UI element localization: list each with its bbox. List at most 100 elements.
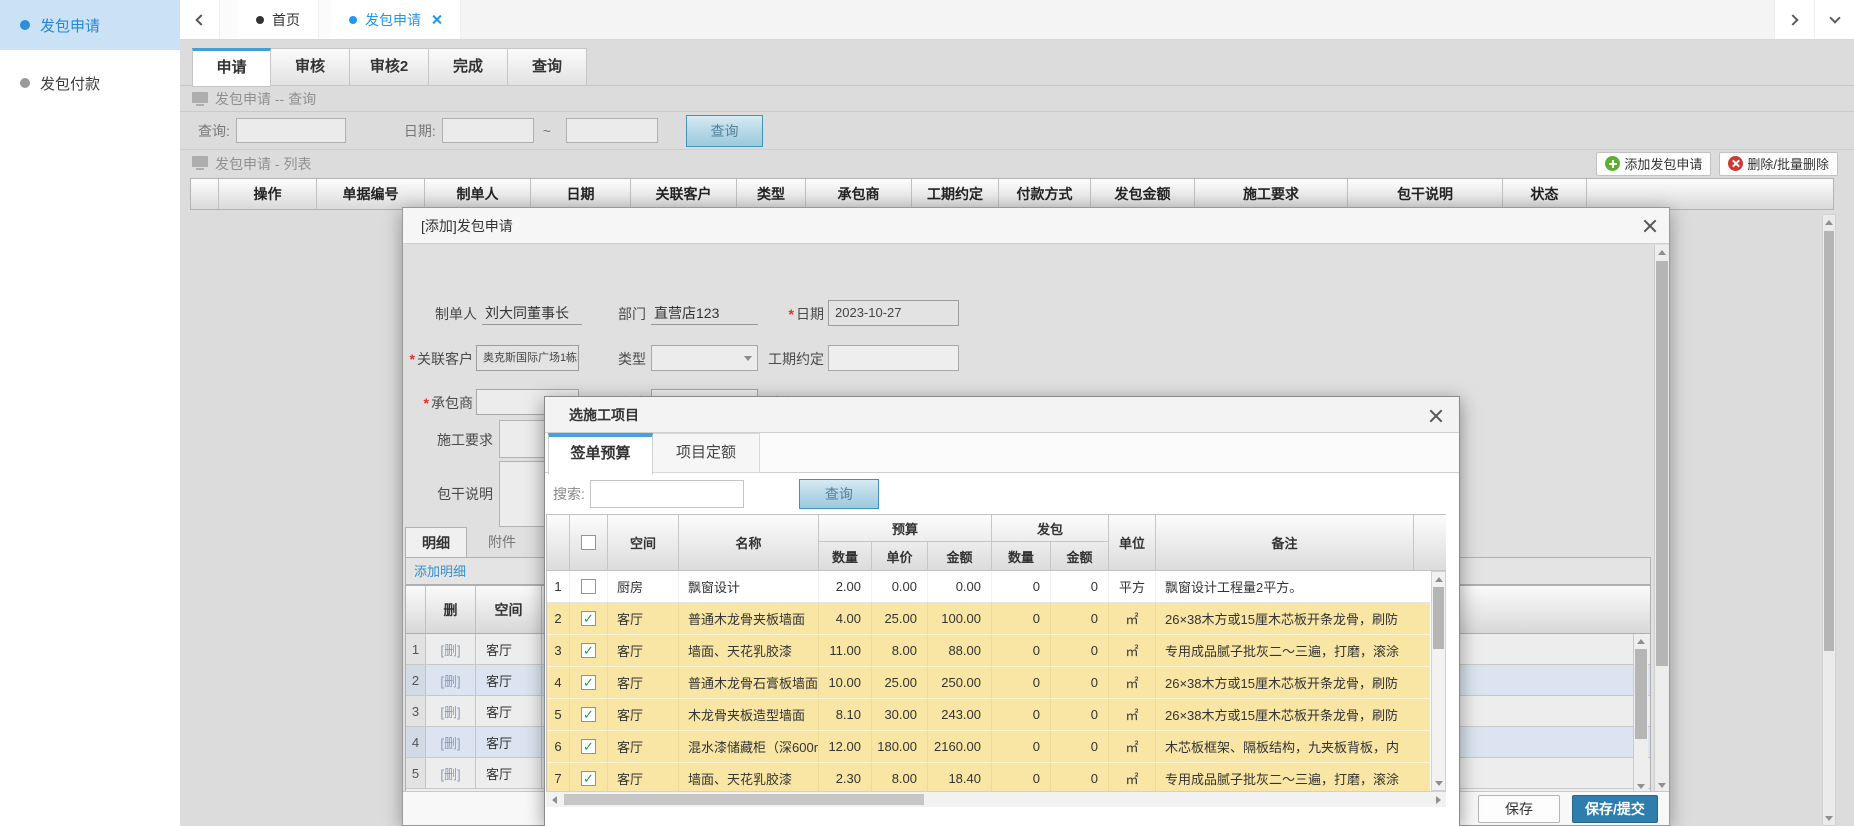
header-out-qty: 数量 [992, 542, 1051, 570]
row-checkbox[interactable]: ✓ [581, 611, 596, 626]
date-label: 日期: [404, 121, 436, 141]
scroll-down-icon[interactable] [1432, 776, 1445, 790]
row-checkbox[interactable]: ✓ [581, 707, 596, 722]
tab-list-menu-button[interactable] [1814, 0, 1854, 39]
delete-row-link[interactable]: [删] [426, 634, 476, 664]
scroll-tabs-left-button[interactable] [180, 0, 220, 39]
search-button[interactable]: 查询 [686, 115, 763, 147]
date-to-input[interactable] [566, 118, 658, 143]
tab-review[interactable]: 审核 [271, 48, 350, 86]
picker-table-scrollbar[interactable] [1431, 571, 1446, 791]
column-customer[interactable]: 关联客户 [631, 179, 737, 209]
main-scrollbar[interactable] [1822, 214, 1836, 826]
scroll-up-icon[interactable] [1823, 215, 1835, 229]
scroll-tabs-right-button[interactable] [1774, 0, 1814, 39]
picker-scrollbar-thumb[interactable] [1433, 587, 1444, 649]
picker-close-icon[interactable] [1428, 408, 1443, 423]
save-submit-button[interactable]: 保存/提交 [1572, 795, 1658, 823]
scroll-up-icon[interactable] [1634, 634, 1648, 648]
cell-name: 木龙骨夹板造型墙面 [679, 699, 819, 730]
row-checkbox[interactable]: ✓ [581, 771, 596, 786]
row-checkbox[interactable]: ✓ [581, 579, 596, 594]
modal-scrollbar-thumb[interactable] [1656, 261, 1668, 666]
tab-finished[interactable]: 完成 [429, 48, 508, 86]
detail-scrollbar-thumb[interactable] [1635, 649, 1647, 739]
tab-detail[interactable]: 明细 [405, 527, 467, 557]
row-checkbox[interactable]: ✓ [581, 739, 596, 754]
delete-row-link[interactable]: [删] [426, 758, 476, 788]
project-row[interactable]: 3 ✓ 客厅 墙面、天花乳胶漆 11.00 8.00 88.00 0 0 ㎡ 专… [547, 635, 1430, 667]
close-tab-icon[interactable] [431, 14, 442, 25]
picker-horizontal-scrollbar[interactable] [546, 791, 1446, 807]
row-number: 4 [547, 667, 570, 698]
scroll-left-icon[interactable] [546, 792, 562, 808]
column-type[interactable]: 类型 [737, 179, 806, 209]
project-row[interactable]: 7 ✓ 客厅 墙面、天花乳胶漆 2.30 8.00 18.40 0 0 ㎡ 专用… [547, 763, 1430, 791]
detail-row-number: 3 [406, 696, 426, 726]
monitor-icon [192, 92, 208, 103]
project-row[interactable]: 6 ✓ 客厅 混水漆储藏柜（深600mm 12.00 180.00 2160.0… [547, 731, 1430, 763]
column-date[interactable]: 日期 [531, 179, 631, 209]
project-row[interactable]: 5 ✓ 客厅 木龙骨夹板造型墙面 8.10 30.00 243.00 0 0 ㎡… [547, 699, 1430, 731]
date-field-value[interactable]: 2023-10-27 [828, 300, 959, 326]
tab-outsource-apply[interactable]: 发包申请 [331, 0, 461, 39]
cell-amount: 2160.00 [928, 731, 992, 762]
select-all-checkbox[interactable]: ✓ [581, 535, 596, 550]
column-duration[interactable]: 工期约定 [912, 179, 999, 209]
column-maker[interactable]: 制单人 [425, 179, 531, 209]
sidebar-item-outsource-apply[interactable]: 发包申请 [0, 0, 180, 50]
picker-hscrollbar-thumb[interactable] [564, 794, 924, 805]
tab-sign-budget[interactable]: 签单预算 [548, 433, 653, 474]
duration-input[interactable] [828, 345, 959, 371]
add-outsource-apply-button[interactable]: 添加发包申请 [1596, 152, 1711, 176]
delete-row-link[interactable]: [删] [426, 727, 476, 757]
project-row[interactable]: 4 ✓ 客厅 普通木龙骨石膏板墙面 10.00 25.00 250.00 0 0… [547, 667, 1430, 699]
project-row[interactable]: 2 ✓ 客厅 普通木龙骨夹板墙面 4.00 25.00 100.00 0 0 ㎡… [547, 603, 1430, 635]
detail-table-scrollbar[interactable] [1633, 634, 1648, 793]
project-row[interactable]: 1 ✓ 厨房 飘窗设计 2.00 0.00 0.00 0 0 平方 飘窗设计工程… [547, 571, 1430, 603]
column-doc-no[interactable]: 单据编号 [317, 179, 425, 209]
picker-search-button[interactable]: 查询 [799, 479, 879, 509]
column-operation[interactable]: 操作 [219, 179, 317, 209]
cell-out-qty: 0 [992, 699, 1051, 730]
row-checkbox[interactable]: ✓ [581, 675, 596, 690]
column-contractor[interactable]: 承包商 [806, 179, 912, 209]
row-checkbox[interactable]: ✓ [581, 643, 596, 658]
sidebar-item-label: 发包申请 [40, 15, 100, 36]
column-payment[interactable]: 付款方式 [999, 179, 1091, 209]
tab-project-quota[interactable]: 项目定额 [653, 433, 760, 473]
cell-name: 普通木龙骨石膏板墙面 [679, 667, 819, 698]
row-number: 3 [547, 635, 570, 666]
picker-search-input[interactable] [590, 480, 744, 508]
scroll-down-icon[interactable] [1655, 778, 1669, 792]
save-button[interactable]: 保存 [1478, 795, 1560, 823]
top-tabstrip: 首页 发包申请 [180, 0, 1854, 40]
header-out-amount: 金额 [1051, 542, 1109, 570]
column-amount[interactable]: 发包金额 [1091, 179, 1195, 209]
sidebar-item-outsource-payment[interactable]: 发包付款 [0, 62, 180, 104]
modal-close-icon[interactable] [1642, 218, 1657, 233]
list-panel-title: 发包申请 - 列表 [215, 154, 311, 174]
delete-batch-button[interactable]: 删除/批量删除 [1719, 152, 1838, 176]
column-requirement[interactable]: 施工要求 [1195, 179, 1348, 209]
modal-scrollbar[interactable] [1654, 245, 1669, 792]
delete-row-link[interactable]: [删] [426, 665, 476, 695]
scroll-up-icon[interactable] [1432, 572, 1445, 586]
scroll-up-icon[interactable] [1655, 245, 1669, 259]
tab-review2[interactable]: 审核2 [350, 48, 429, 86]
column-note[interactable]: 包干说明 [1348, 179, 1503, 209]
tab-apply[interactable]: 申请 [192, 48, 271, 87]
scroll-down-icon[interactable] [1823, 811, 1835, 825]
date-from-input[interactable] [442, 118, 534, 143]
column-status[interactable]: 状态 [1503, 179, 1587, 209]
add-detail-link[interactable]: 添加明细 [414, 564, 466, 579]
main-scrollbar-thumb[interactable] [1824, 231, 1834, 651]
cell-out-amount: 0 [1051, 699, 1109, 730]
tab-attachment[interactable]: 附件 [475, 527, 529, 557]
tab-home[interactable]: 首页 [238, 0, 319, 39]
delete-row-link[interactable]: [删] [426, 696, 476, 726]
scroll-right-icon[interactable] [1430, 792, 1446, 808]
check-icon: ✓ [583, 644, 594, 657]
query-keyword-input[interactable] [236, 118, 346, 143]
tab-search[interactable]: 查询 [508, 48, 587, 86]
